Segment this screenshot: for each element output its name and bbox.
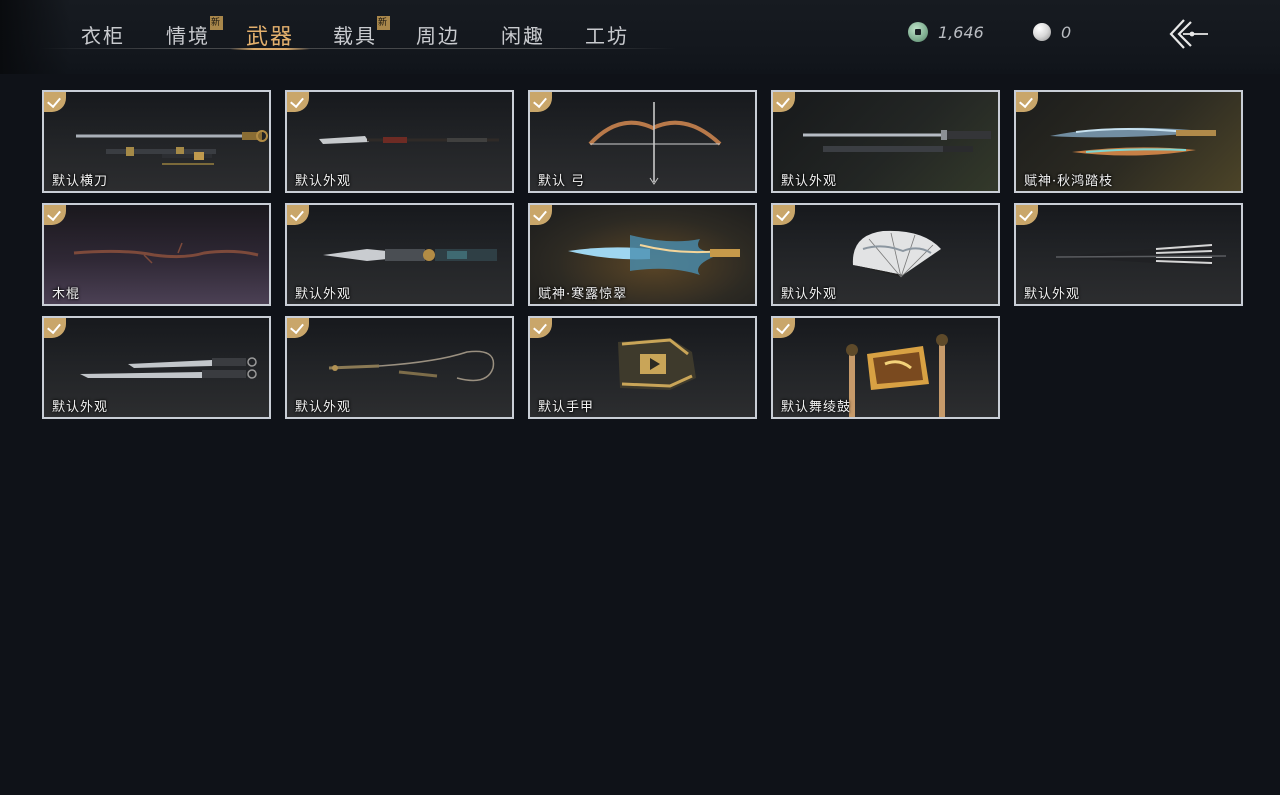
tab-scene[interactable]: 情境 新 (166, 16, 223, 50)
item-name: 默认外观 (781, 287, 838, 302)
tab-peripherals[interactable]: 周边 (416, 20, 460, 50)
weapon-card[interactable]: 默认外观 (1014, 203, 1243, 306)
item-name: 默认外观 (295, 400, 352, 415)
item-name: 默认外观 (781, 174, 838, 189)
weapon-card[interactable]: 赋神·秋鸿踏枝 (1014, 90, 1243, 193)
pearl-icon (1033, 23, 1051, 41)
new-badge: 新 (377, 16, 390, 30)
back-button[interactable] (1166, 16, 1210, 52)
item-name: 默认 弓 (538, 174, 586, 189)
item-name: 默认手甲 (538, 400, 595, 415)
item-name: 默认舞绫鼓 (781, 400, 852, 415)
tab-leisure[interactable]: 闲趣 (501, 20, 545, 50)
item-name: 默认外观 (52, 400, 109, 415)
tab-vehicles[interactable]: 载具 新 (333, 16, 390, 50)
weapon-card[interactable]: 赋神·寒露惊翠 (528, 203, 757, 306)
weapon-card[interactable]: 默认手甲 (528, 316, 757, 419)
item-name: 默认外观 (1024, 287, 1081, 302)
tab-label: 载具 (333, 24, 377, 48)
jade-coin-icon (908, 22, 928, 42)
weapon-card[interactable]: 默认外观 (771, 203, 1000, 306)
tab-label: 工坊 (585, 24, 629, 48)
jade-amount: 1,646 (938, 22, 984, 42)
new-badge: 新 (210, 16, 223, 30)
weapon-card[interactable]: 默认外观 (771, 90, 1000, 193)
tab-label: 情境 (166, 24, 210, 48)
item-name: 默认外观 (295, 174, 352, 189)
weapon-card[interactable]: 默认外观 (285, 316, 514, 419)
tab-label: 武器 (246, 25, 295, 50)
top-bar: 衣柜 情境 新 武器 载具 新 周边 闲趣 工坊 1,646 0 (0, 0, 1280, 74)
weapon-card[interactable]: 默认外观 (285, 203, 514, 306)
weapon-card[interactable]: 默认外观 (42, 316, 271, 419)
tab-label: 周边 (416, 24, 460, 48)
item-name: 默认外观 (295, 287, 352, 302)
tab-wardrobe[interactable]: 衣柜 (81, 20, 125, 50)
tab-label: 衣柜 (81, 24, 125, 48)
item-name: 默认横刀 (52, 174, 109, 189)
tab-label: 闲趣 (501, 24, 545, 48)
item-name: 木棍 (52, 287, 81, 302)
back-arrow-icon (1169, 19, 1208, 49)
pearl-amount: 0 (1061, 22, 1072, 42)
weapon-card[interactable]: 默认 弓 (528, 90, 757, 193)
jade-currency: 1,646 (908, 21, 984, 43)
tab-workshop[interactable]: 工坊 (585, 20, 629, 50)
category-tabs: 衣柜 情境 新 武器 载具 新 周边 闲趣 工坊 (40, 0, 676, 50)
weapon-card[interactable]: 默认舞绫鼓 (771, 316, 1000, 419)
tab-weapons[interactable]: 武器 (229, 19, 311, 50)
pearl-currency: 0 (1033, 21, 1071, 43)
weapon-card[interactable]: 默认横刀 (42, 90, 271, 193)
weapon-card[interactable]: 木棍 (42, 203, 271, 306)
weapon-card[interactable]: 默认外观 (285, 90, 514, 193)
item-name: 赋神·秋鸿踏枝 (1024, 174, 1114, 189)
item-name: 赋神·寒露惊翠 (538, 287, 628, 302)
